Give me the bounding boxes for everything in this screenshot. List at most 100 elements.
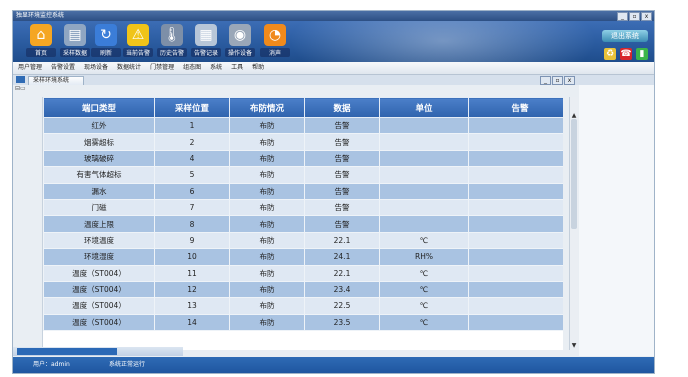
table-cell: 布防 [229, 182, 305, 200]
phone-icon[interactable]: ☎ [620, 48, 632, 60]
column-header[interactable]: 单位 [379, 97, 469, 118]
table-cell: 22.1 [304, 264, 380, 282]
table-cell: 布防 [229, 248, 305, 266]
tab-nav-icon[interactable] [16, 76, 25, 83]
table-cell: 温度（ST004） [43, 313, 155, 332]
table-cell: 布防 [229, 264, 305, 282]
column-header[interactable]: 采样位置 [154, 97, 230, 118]
table-cell: 告警 [304, 133, 380, 151]
table-cell: ℃ [379, 313, 469, 332]
table-row[interactable]: 红外 1 布防 告警 [43, 116, 563, 135]
table-cell: 1 [154, 116, 230, 135]
table-row[interactable]: 漏水 6 布防 告警 [43, 182, 563, 200]
menu-item[interactable]: 工具 [231, 62, 243, 74]
recycle-icon[interactable]: ♻ [604, 48, 616, 60]
battery-icon[interactable]: ▮ [636, 48, 648, 60]
table-row[interactable]: 温度（ST004） 14 布防 23.5 ℃ [43, 313, 563, 332]
table-cell: 烟雾超标 [43, 133, 155, 151]
toolbar-label: 历史告警 [157, 48, 187, 57]
table-cell: 23.5 [304, 313, 380, 332]
table-cell: 22.1 [304, 231, 380, 250]
data-table-panel: 端口类型 采样位置 布防情况 数据 单位 告警 红外 1 布防 告警 烟雾超标 2 布防 告警 玻璃破碎 4… [42, 97, 563, 350]
table-cell [468, 182, 563, 200]
table-cell: 环境湿度 [43, 248, 155, 266]
column-header[interactable]: 端口类型 [43, 97, 155, 118]
table-cell: 布防 [229, 231, 305, 250]
toolbar-button-7[interactable]: ◉ 操作设备 [225, 24, 255, 57]
window-controls: _ ▫ x [617, 12, 652, 21]
toolbar-button-6[interactable]: ▦ 告警记录 [191, 24, 221, 57]
table-cell: RH% [379, 248, 469, 266]
table-header-row: 端口类型 采样位置 布防情况 数据 单位 告警 [43, 97, 563, 118]
table-row[interactable]: 环境温度 9 布防 22.1 ℃ [43, 231, 563, 250]
table-cell: 玻璃破碎 [43, 149, 155, 168]
table-row[interactable]: 烟雾超标 2 布防 告警 [43, 133, 563, 151]
menu-item[interactable]: 组态图 [183, 62, 201, 74]
table-row[interactable]: 玻璃破碎 4 布防 告警 [43, 149, 563, 168]
status-state: 系统正常运行 [109, 361, 146, 368]
table-row[interactable]: 温度（ST004） 12 布防 23.4 ℃ [43, 280, 563, 299]
column-header[interactable]: 数据 [304, 97, 380, 118]
vertical-scrollbar[interactable]: ▲ ▼ [569, 97, 578, 350]
right-panel [579, 85, 654, 356]
scroll-thumb[interactable] [571, 119, 577, 229]
menu-item[interactable]: 用户管理 [18, 62, 42, 74]
table-cell [468, 280, 563, 299]
document-icon: ▤ [64, 24, 86, 46]
inner-minimize-button[interactable]: _ [540, 76, 551, 85]
menu-item[interactable]: 数据统计 [117, 62, 141, 74]
content-area: ⊟▭ 端口类型 采样位置 布防情况 数据 单位 告警 红外 1 布防 告警 烟雾超标 2 布防 告警 玻璃… [13, 85, 654, 356]
table-cell: ℃ [379, 280, 469, 299]
menu-item[interactable]: 告警设置 [51, 62, 75, 74]
menu-item[interactable]: 系统 [210, 62, 222, 74]
table-cell: 布防 [229, 166, 305, 184]
table-cell: ℃ [379, 231, 469, 250]
table-cell: 13 [154, 297, 230, 315]
close-button[interactable]: x [641, 12, 652, 21]
exit-button[interactable]: 退出系统 [602, 30, 648, 42]
table-row[interactable]: 温度（ST004） 11 布防 22.1 ℃ [43, 264, 563, 282]
table-cell [379, 215, 469, 233]
table-cell [379, 198, 469, 217]
column-header[interactable]: 告警 [468, 97, 563, 118]
table-cell: 9 [154, 231, 230, 250]
menu-item[interactable]: 门禁管理 [150, 62, 174, 74]
table-cell: 5 [154, 166, 230, 184]
app-window: 独显环境监控系统 _ ▫ x ⌂ 首页 ▤ 采样数据 ↻ 刷新 ⚠ 当前告警 🌡 历史告警 ▦ 告警记… [12, 10, 655, 374]
inner-window-controls: _ ▫ x [540, 76, 575, 85]
inner-close-button[interactable]: x [564, 76, 575, 85]
table-cell: 布防 [229, 313, 305, 332]
refresh-icon: ↻ [95, 24, 117, 46]
toolbar-button-2[interactable]: ▤ 采样数据 [60, 24, 90, 57]
table-cell: 22.5 [304, 297, 380, 315]
toolbar-button-5[interactable]: 🌡 历史告警 [157, 24, 187, 57]
table-cell: 环境温度 [43, 231, 155, 250]
table-row[interactable]: 门磁 7 布防 告警 [43, 198, 563, 217]
toolbar-button-1[interactable]: ⌂ 首页 [26, 24, 56, 57]
table-cell: 11 [154, 264, 230, 282]
table-cell [468, 198, 563, 217]
toolbar-button-8[interactable]: ◔ 消声 [260, 24, 290, 57]
menu-item[interactable]: 帮助 [252, 62, 264, 74]
sampling-table: 端口类型 采样位置 布防情况 数据 单位 告警 红外 1 布防 告警 烟雾超标 2 布防 告警 玻璃破碎 4… [43, 97, 563, 332]
table-cell: 12 [154, 280, 230, 299]
scroll-down-icon[interactable]: ▼ [570, 342, 578, 350]
maximize-button[interactable]: ▫ [629, 12, 640, 21]
table-cell: 布防 [229, 280, 305, 299]
horizontal-scrollbar[interactable] [13, 347, 183, 356]
inner-maximize-button[interactable]: ▫ [552, 76, 563, 85]
table-cell: ℃ [379, 297, 469, 315]
tree-expander-icon[interactable]: ⊟▭ [15, 85, 35, 92]
menu-item[interactable]: 现场设备 [84, 62, 108, 74]
column-header[interactable]: 布防情况 [229, 97, 305, 118]
table-row[interactable]: 环境湿度 10 布防 24.1 RH% [43, 248, 563, 266]
table-row[interactable]: 有害气体超标 5 布防 告警 [43, 166, 563, 184]
toolbar-button-4[interactable]: ⚠ 当前告警 [123, 24, 153, 57]
table-row[interactable]: 温度上限 8 布防 告警 [43, 215, 563, 233]
table-row[interactable]: 温度（ST004） 13 布防 22.5 ℃ [43, 297, 563, 315]
tab-sampling[interactable]: 采样环境系统 [28, 76, 85, 85]
minimize-button[interactable]: _ [617, 12, 628, 21]
toolbar-button-3[interactable]: ↻ 刷新 [91, 24, 121, 57]
table-cell [379, 133, 469, 151]
window-title: 独显环境监控系统 [16, 12, 65, 19]
